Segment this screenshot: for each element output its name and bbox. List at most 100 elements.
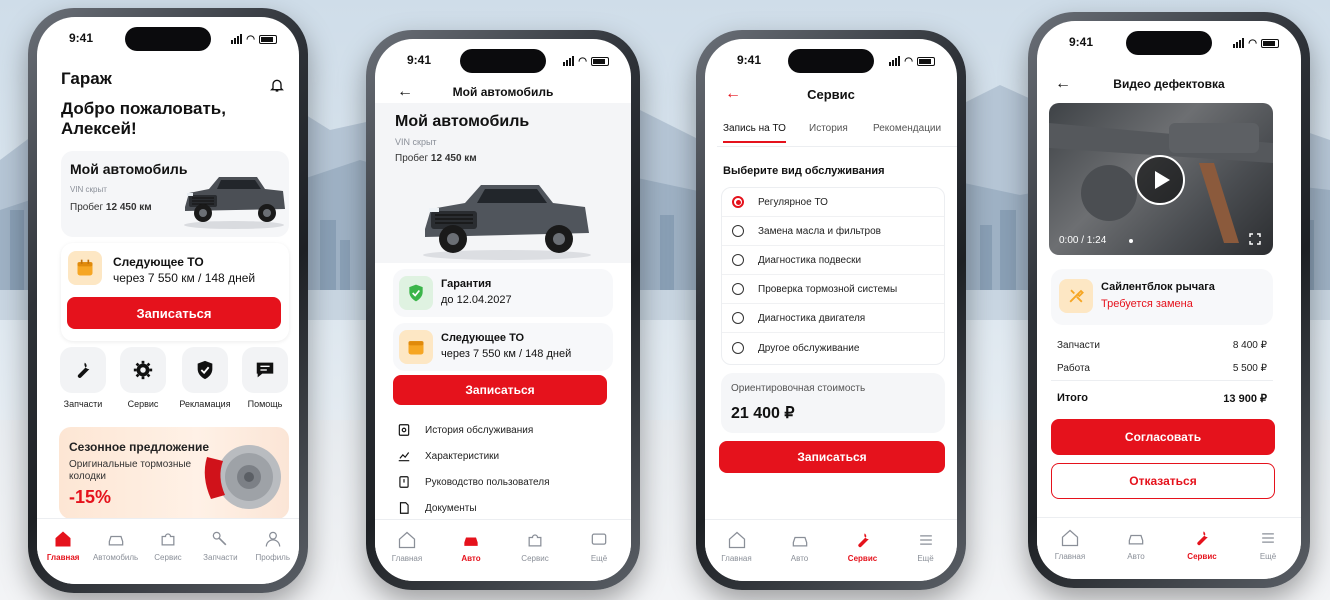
link-specifications[interactable]: Характеристики	[397, 443, 609, 469]
tab-more[interactable]: Ещё	[574, 530, 624, 581]
phone-garage: 9:41 ◠ Гараж Добро пожаловать, Алексей! …	[28, 8, 308, 593]
my-car-card[interactable]: Мой автомобиль VIN скрыт Пробег 12 450 к…	[61, 151, 289, 237]
radio	[732, 283, 744, 295]
greeting-line2: Алексей!	[61, 119, 137, 138]
link-user-manual[interactable]: Руководство пользователя	[397, 469, 609, 495]
book-service-button[interactable]: Записаться	[393, 375, 607, 405]
segment-recommendations[interactable]: Рекомендации	[873, 123, 941, 134]
tab-profile[interactable]: Профиль	[248, 529, 298, 584]
status-time: 9:41	[69, 31, 94, 45]
car-vin: VIN скрыт	[70, 185, 107, 194]
tab-service[interactable]: Сервис	[510, 530, 560, 581]
quick-action-parts[interactable]: Запчасти	[59, 347, 107, 409]
pickup-truck-image	[184, 177, 285, 229]
tab-home[interactable]: Главная	[382, 530, 432, 581]
battery-icon	[259, 34, 277, 44]
signal-icon	[889, 56, 901, 66]
tab-home[interactable]: Главная	[38, 529, 88, 584]
book-service-button[interactable]: Записаться	[67, 297, 281, 329]
phone-video-inspection: 9:41 ◠ ← Видео дефектовка 0:00 / 1:24 Са…	[1028, 12, 1310, 588]
decline-button[interactable]: Отказаться	[1051, 463, 1275, 499]
book-icon	[399, 476, 409, 488]
approve-button[interactable]: Согласовать	[1051, 419, 1275, 455]
promo-title: Сезонное предложение	[69, 440, 209, 454]
tab-service[interactable]: Сервис	[143, 529, 193, 584]
garage-screen: 9:41 ◠ Гараж Добро пожаловать, Алексей! …	[37, 17, 299, 584]
greeting-line1: Добро пожаловать,	[61, 99, 226, 118]
tab-service[interactable]: Сервис	[838, 530, 888, 581]
link-documents[interactable]: Документы	[397, 495, 609, 521]
service-option[interactable]: Диагностика двигателя	[722, 304, 944, 333]
promo-line1: Оригинальные тормозные	[69, 459, 192, 470]
segment-history[interactable]: История	[809, 123, 848, 134]
mileage-label: Пробег	[395, 153, 429, 164]
tab-service[interactable]: Сервис	[1177, 528, 1227, 579]
bell-icon[interactable]	[269, 77, 285, 93]
video-player[interactable]: 0:00 / 1:24	[1049, 103, 1273, 255]
home-icon	[1061, 529, 1079, 547]
issue-status: Требуется замена	[1101, 298, 1193, 310]
promo-discount: -15%	[69, 487, 112, 507]
tab-home[interactable]: Главная	[712, 530, 762, 581]
play-icon[interactable]	[1135, 155, 1185, 205]
signal-icon	[1233, 38, 1245, 48]
tab-car[interactable]: Авто	[775, 530, 825, 581]
promo-banner[interactable]: Сезонное предложение Оригинальные тормоз…	[59, 427, 289, 519]
segment-tabs: Запись на ТО История Рекомендации	[717, 123, 957, 147]
page-title: Гараж	[61, 69, 112, 88]
tab-car[interactable]: Авто	[1111, 528, 1161, 579]
service-option[interactable]: Регулярное ТО	[722, 188, 944, 217]
warranty-card[interactable]: Гарантия до 12.04.2027	[393, 269, 613, 317]
tab-home[interactable]: Главная	[1045, 528, 1095, 579]
service-screen: 9:41 ◠ ← Сервис Запись на ТО История Рек…	[705, 39, 957, 581]
wifi-icon: ◠	[246, 33, 255, 45]
signal-icon	[231, 34, 243, 44]
warranty-title: Гарантия	[441, 278, 492, 290]
book-service-button[interactable]: Записаться	[719, 441, 945, 473]
warranty-detail: до 12.04.2027	[441, 294, 512, 306]
estimate-label: Ориентировочная стоимость	[731, 383, 866, 394]
service-option[interactable]: Другое обслуживание	[722, 333, 944, 363]
wrench-icon	[857, 533, 869, 548]
screen-header: Мой автомобиль	[452, 85, 554, 99]
estimate-card: Ориентировочная стоимость 21 400 ₽	[721, 373, 945, 433]
chat-icon	[256, 362, 274, 378]
service-option[interactable]: Диагностика подвески	[722, 246, 944, 275]
mileage-value: 12 450 км	[430, 153, 477, 164]
wrench-icon	[77, 362, 90, 378]
tab-car[interactable]: Авто	[446, 530, 496, 581]
status-time: 9:41	[1069, 35, 1094, 49]
service-option[interactable]: Замена масла и фильтров	[722, 217, 944, 246]
calendar-icon	[399, 330, 433, 364]
quick-action-warranty-claim[interactable]: Рекламация	[179, 347, 231, 409]
mileage-value: 12 450 км	[105, 202, 152, 213]
next-service-title: Следующее ТО	[113, 255, 204, 269]
car-icon	[1128, 534, 1144, 545]
fullscreen-icon[interactable]	[1249, 233, 1261, 245]
wifi-icon: ◠	[904, 55, 913, 67]
more-icon	[919, 535, 932, 545]
more-icon	[591, 533, 607, 545]
quick-action-help[interactable]: Помощь	[241, 347, 289, 409]
link-service-history[interactable]: История обслуживания	[397, 417, 609, 443]
tab-car[interactable]: Автомобиль	[91, 529, 141, 584]
tab-parts[interactable]: Запчасти	[195, 529, 245, 584]
tools-icon	[1059, 279, 1093, 313]
home-icon	[728, 531, 745, 549]
issue-card[interactable]: Сайлентблок рычага Требуется замена	[1051, 269, 1273, 325]
quick-action-label: Помощь	[247, 399, 283, 409]
service-option[interactable]: Проверка тормозной системы	[722, 275, 944, 304]
tab-more[interactable]: Ещё	[1243, 528, 1293, 579]
cost-row: Запчасти 8 400 ₽	[1057, 339, 1267, 351]
status-bar: 9:41 ◠	[705, 53, 957, 69]
profile-icon	[265, 531, 281, 547]
radio	[732, 312, 744, 324]
scrubber-handle[interactable]	[1129, 239, 1133, 243]
quick-action-service[interactable]: Сервис	[119, 347, 167, 409]
tab-more[interactable]: Ещё	[901, 530, 951, 581]
segment-booking[interactable]: Запись на ТО	[723, 123, 786, 143]
car-icon	[108, 535, 123, 546]
quick-action-label: Запчасти	[63, 399, 103, 409]
mileage-label: Пробег	[70, 202, 104, 213]
calendar-icon	[68, 251, 102, 285]
